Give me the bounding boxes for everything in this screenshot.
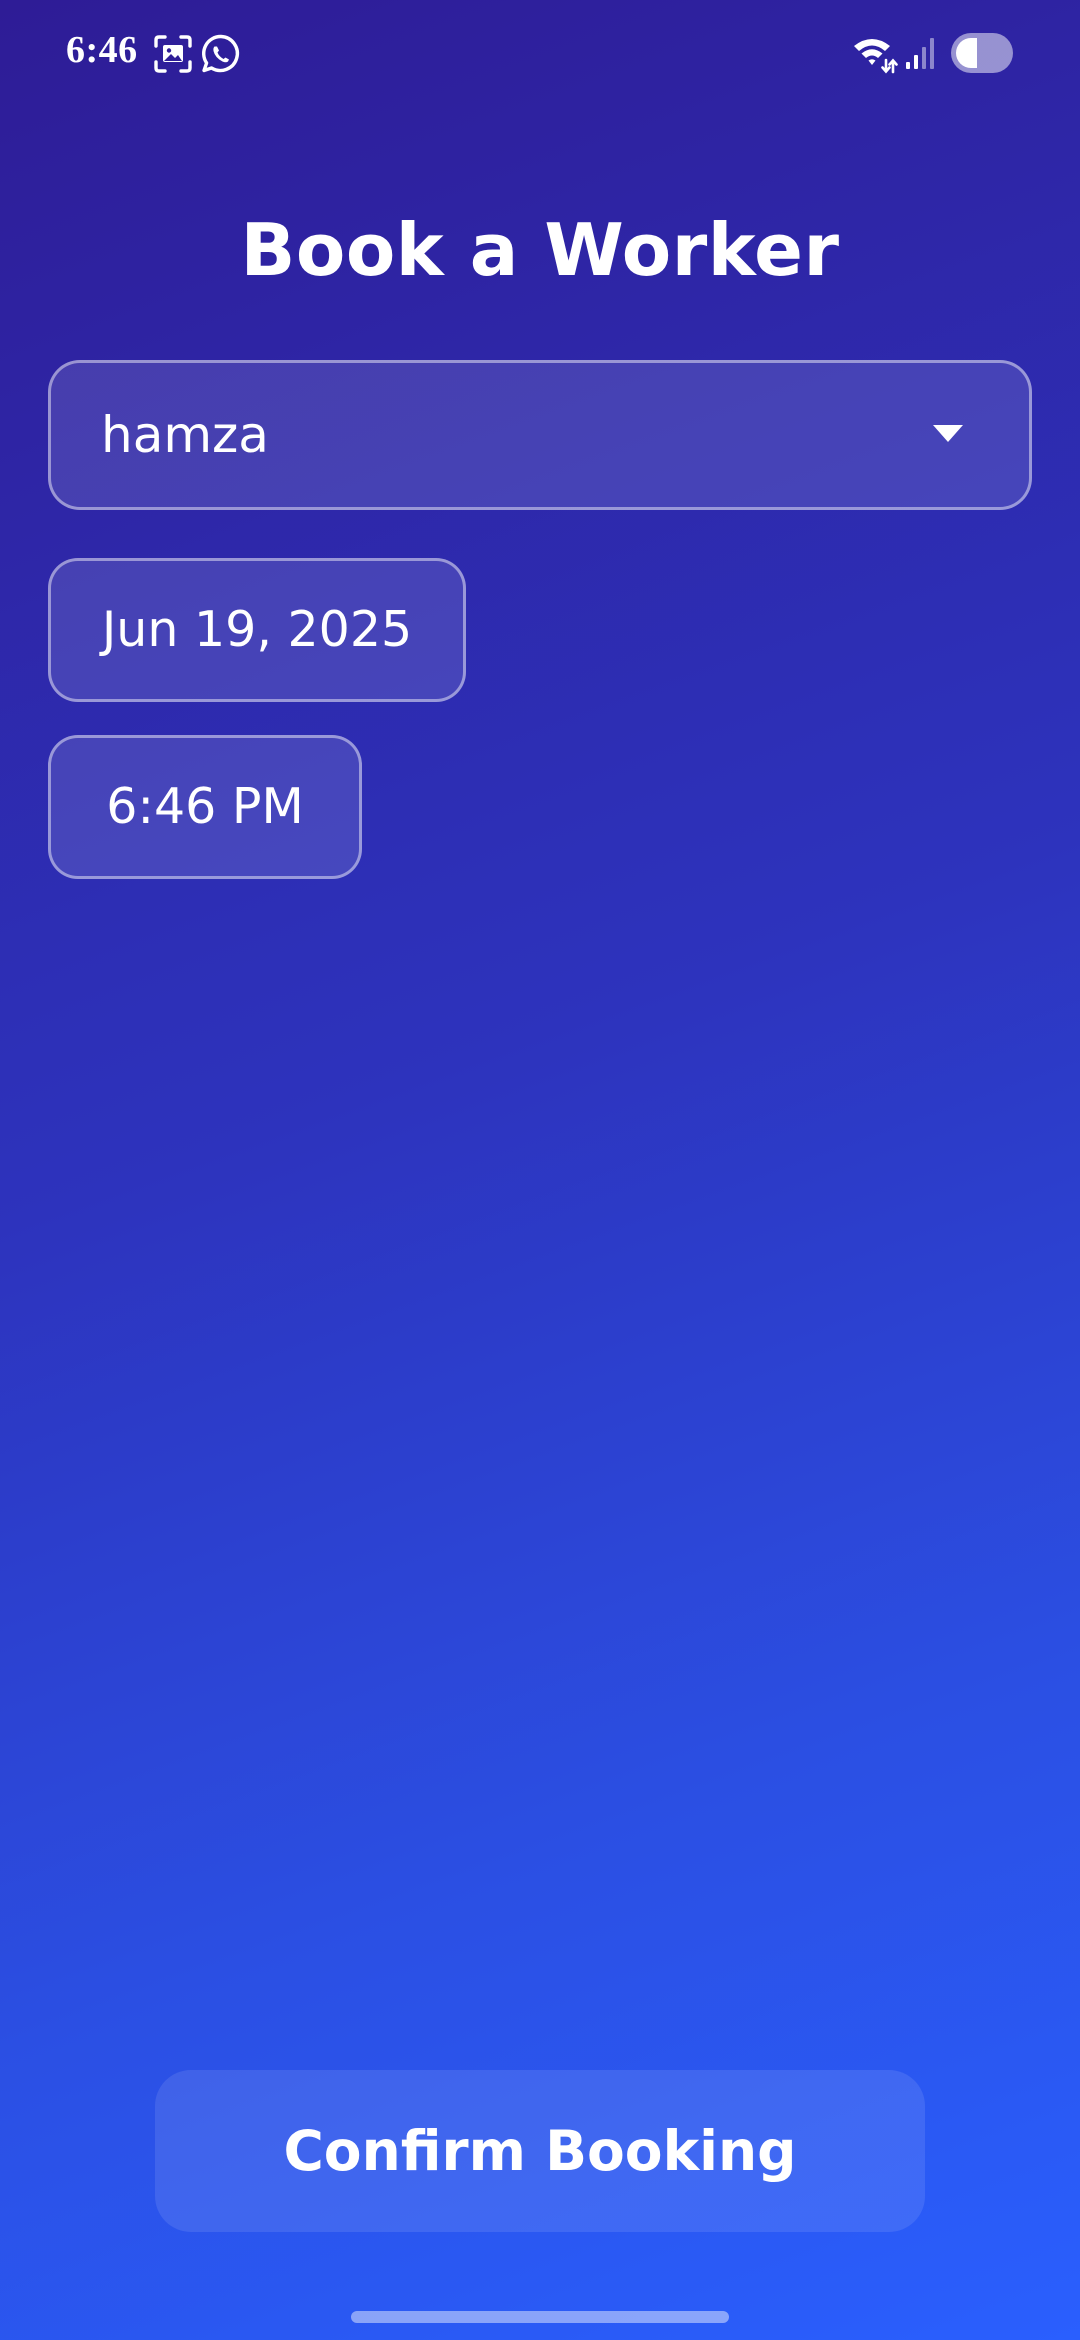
battery-icon: [951, 33, 1013, 73]
worker-select-value: hamza: [101, 406, 269, 464]
confirm-booking-button[interactable]: Confirm Booking: [155, 2070, 925, 2232]
dropdown-arrow-icon: [933, 425, 963, 442]
status-time: 6:46: [66, 29, 138, 71]
whatsapp-icon: [202, 34, 240, 73]
date-picker-button[interactable]: Jun 19, 2025: [48, 558, 466, 702]
status-bar: 6:46: [0, 0, 1080, 105]
screenshot-icon: [154, 35, 192, 73]
time-picker-button[interactable]: 6:46 PM: [48, 735, 362, 879]
wifi-icon: [854, 39, 898, 74]
worker-select-dropdown[interactable]: hamza: [48, 360, 1032, 510]
signal-icon: [906, 38, 934, 69]
booking-screen: 6:46 Book a Worker hamza Jun 19, 2025 6:…: [0, 0, 1080, 2340]
home-indicator[interactable]: [351, 2311, 729, 2323]
page-title: Book a Worker: [240, 208, 840, 292]
confirm-booking-label: Confirm Booking: [283, 2119, 797, 2183]
date-label: Jun 19, 2025: [101, 601, 413, 658]
time-label: 6:46 PM: [106, 778, 304, 835]
